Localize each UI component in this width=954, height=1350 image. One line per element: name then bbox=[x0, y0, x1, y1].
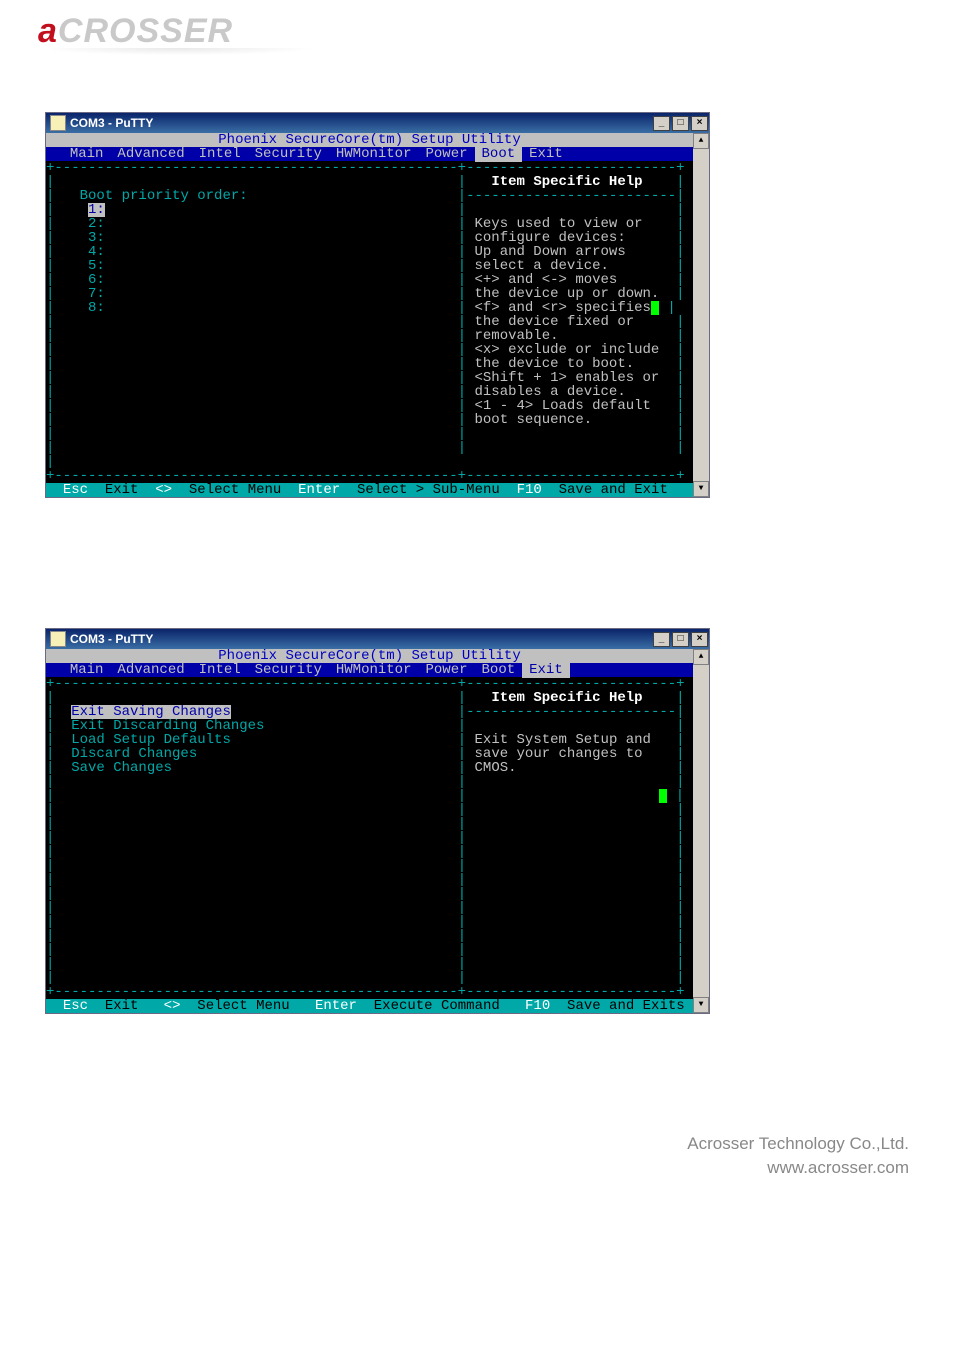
maximize-button[interactable]: □ bbox=[672, 632, 689, 647]
box-border-bottom: +---------------------------------------… bbox=[46, 985, 693, 999]
exit-item-save[interactable]: Exit Saving Changes bbox=[71, 705, 231, 719]
box-border-top: +---------------------------------------… bbox=[46, 677, 693, 691]
logo-rest: CROSSER bbox=[58, 12, 233, 50]
bios-menu-bar[interactable]: MainAdvancedIntelSecurityHWMonitorPowerB… bbox=[46, 663, 693, 677]
putty-window-exit: COM3 - PuTTY _ □ × ▲ ▼ Phoenix SecureCor… bbox=[45, 628, 710, 1014]
company-url: www.acrosser.com bbox=[0, 1158, 909, 1178]
window-title: COM3 - PuTTY bbox=[70, 629, 153, 649]
window-title: COM3 - PuTTY bbox=[70, 113, 153, 133]
scrollbar[interactable]: ▲ ▼ bbox=[693, 649, 709, 1013]
box-border-bottom: +---------------------------------------… bbox=[46, 469, 693, 483]
scroll-down-icon[interactable]: ▼ bbox=[693, 997, 709, 1013]
logo-a: a bbox=[38, 12, 58, 50]
putty-window-boot: COM3 - PuTTY _ □ × ▲ ▼ Phoenix SecureCor… bbox=[45, 112, 710, 498]
cursor-icon bbox=[651, 301, 659, 315]
maximize-button[interactable]: □ bbox=[672, 116, 689, 131]
titlebar[interactable]: COM3 - PuTTY _ □ × bbox=[46, 113, 709, 133]
minimize-button[interactable]: _ bbox=[653, 632, 670, 647]
logo-reflection bbox=[38, 48, 318, 55]
close-button[interactable]: × bbox=[691, 116, 708, 131]
scroll-up-icon[interactable]: ▲ bbox=[693, 133, 709, 149]
page-footer: Acrosser Technology Co.,Ltd. www.acrosse… bbox=[0, 1134, 909, 1178]
titlebar[interactable]: COM3 - PuTTY _ □ × bbox=[46, 629, 709, 649]
company-name: Acrosser Technology Co.,Ltd. bbox=[0, 1134, 909, 1154]
utility-title: Phoenix SecureCore(tm) Setup Utility bbox=[46, 649, 693, 663]
putty-icon bbox=[50, 631, 66, 647]
bios-footer: Esc Exit <> Select Menu Enter Select > S… bbox=[46, 483, 693, 497]
minimize-button[interactable]: _ bbox=[653, 116, 670, 131]
bios-footer: Esc Exit <> Select Menu Enter Execute Co… bbox=[46, 999, 693, 1013]
utility-title: Phoenix SecureCore(tm) Setup Utility bbox=[46, 133, 693, 147]
box-border-top: +---------------------------------------… bbox=[46, 161, 693, 175]
scrollbar[interactable]: ▲ ▼ bbox=[693, 133, 709, 497]
boot-item-1[interactable]: 1: bbox=[88, 203, 105, 217]
close-button[interactable]: × bbox=[691, 632, 708, 647]
scroll-up-icon[interactable]: ▲ bbox=[693, 649, 709, 665]
bios-menu-bar[interactable]: MainAdvancedIntelSecurityHWMonitorPowerB… bbox=[46, 147, 693, 161]
scroll-down-icon[interactable]: ▼ bbox=[693, 481, 709, 497]
cursor-icon bbox=[659, 789, 667, 803]
logo: aCROSSER bbox=[0, 0, 954, 48]
putty-icon bbox=[50, 115, 66, 131]
